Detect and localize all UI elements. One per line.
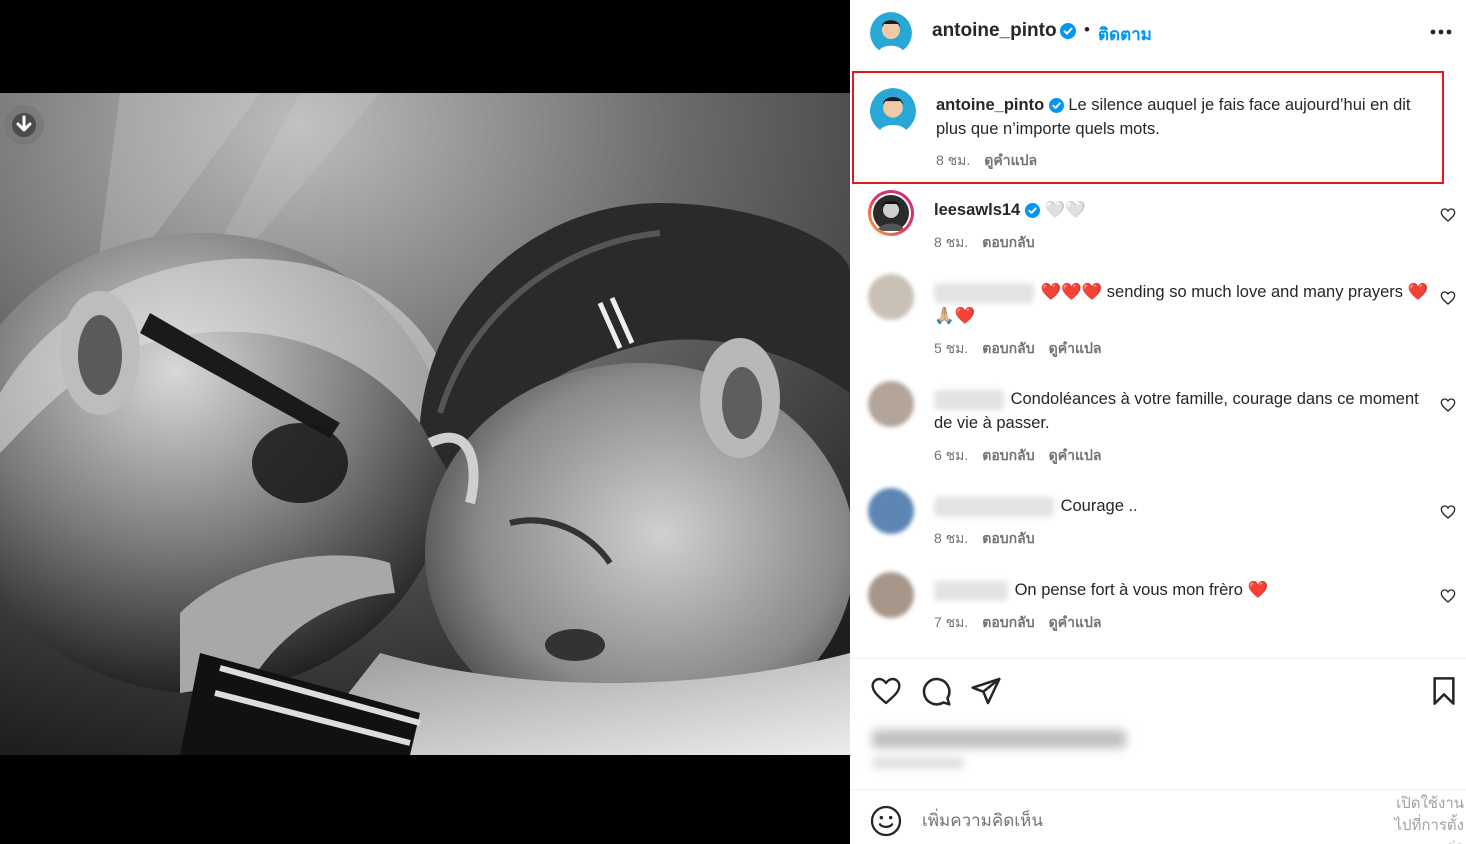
translate-link[interactable]: ดูคำแปล: [1049, 447, 1102, 463]
translate-link[interactable]: ดูคำแปล: [1049, 340, 1102, 356]
comment-heart-icon[interactable]: [1440, 504, 1456, 520]
caption-author-avatar[interactable]: [870, 88, 916, 134]
caption-time: 8 ชม.: [936, 152, 971, 168]
avatar-image: [870, 12, 912, 54]
blurred-username[interactable]: [934, 389, 1004, 410]
divider: [850, 789, 1466, 790]
avatar-image: [871, 193, 911, 233]
comment-meta: 5 ชม. ตอบกลับ ดูคำแปล: [934, 338, 1101, 360]
post-photo-art: [0, 93, 850, 755]
post-photo[interactable]: [0, 93, 850, 755]
avatar-image: [870, 88, 916, 134]
follow-button[interactable]: ติดตาม: [1098, 21, 1152, 48]
comment-time: 5 ชม.: [934, 340, 969, 356]
more-horizontal-icon[interactable]: [1428, 22, 1454, 42]
comment-meta: 8 ชม. ตอบกลับ: [934, 232, 1035, 254]
comment-time: 6 ชม.: [934, 447, 969, 463]
comment-text: On pense fort à vous mon frèro ❤️: [1014, 581, 1269, 599]
windows-activation-watermark: เปิดใช้งาน ไปที่การตั้งค่า: [1388, 793, 1464, 844]
header-separator: •: [1084, 20, 1090, 39]
caption-translate-link[interactable]: ดูคำแปล: [984, 152, 1037, 168]
verified-badge-icon: [1060, 23, 1076, 39]
watermark-line-1: เปิดใช้งาน: [1396, 795, 1464, 812]
verified-badge-icon: [1048, 98, 1064, 114]
commenter-avatar[interactable]: [868, 488, 914, 534]
post-date-blurred: [872, 757, 964, 769]
comment-body: Condoléances à votre famille, courage da…: [934, 387, 1434, 435]
post-side-panel: antoine_pinto • ติดตาม antoine_pinto Le …: [850, 0, 1466, 844]
comment-meta: 6 ชม. ตอบกลับ ดูคำแปล: [934, 445, 1101, 467]
comment-text: Courage ..: [1060, 497, 1138, 515]
post-header: antoine_pinto • ติดตาม: [850, 0, 1466, 66]
emoji-smile-icon[interactable]: [870, 805, 902, 837]
translate-link[interactable]: ดูคำแปล: [1049, 614, 1102, 630]
comment-time: 7 ชม.: [934, 614, 969, 630]
caption-meta: 8 ชม. ดูคำแปล: [936, 150, 1037, 172]
comment-heart-icon[interactable]: [1440, 588, 1456, 604]
like-heart-icon[interactable]: [870, 675, 902, 707]
add-comment-input[interactable]: [922, 806, 1362, 836]
caption-text: antoine_pinto Le silence auquel je fais …: [936, 93, 1436, 141]
commenter-avatar[interactable]: [868, 381, 914, 427]
reply-link[interactable]: ตอบกลับ: [982, 340, 1034, 356]
comment-time: 8 ชม.: [934, 234, 969, 250]
comment-text: Condoléances à votre famille, courage da…: [934, 390, 1419, 432]
reply-link[interactable]: ตอบกลับ: [982, 234, 1034, 250]
author-avatar[interactable]: [870, 12, 912, 54]
author-username[interactable]: antoine_pinto: [932, 20, 1057, 42]
caption-highlight-box: antoine_pinto Le silence auquel je fais …: [852, 71, 1444, 184]
blurred-username[interactable]: [934, 496, 1054, 517]
comment-body: leesawls14 🤍🤍: [934, 198, 1434, 222]
verified-badge-icon: [1024, 203, 1040, 219]
comment-bubble-icon[interactable]: [920, 675, 952, 707]
blurred-username[interactable]: [934, 282, 1034, 303]
commenter-username[interactable]: leesawls14: [934, 201, 1020, 219]
download-button[interactable]: [4, 105, 44, 145]
watermark-line-2: ไปที่การตั้งค่า: [1394, 817, 1464, 844]
commenter-avatar[interactable]: [868, 190, 914, 236]
comment-heart-icon[interactable]: [1440, 397, 1456, 413]
commenter-avatar[interactable]: [868, 572, 914, 618]
comment-heart-icon[interactable]: [1440, 290, 1456, 306]
arrow-down-circle-icon: [12, 113, 36, 137]
comment-body: ❤️❤️❤️ sending so much love and many pra…: [934, 280, 1434, 328]
post-media-pane: [0, 0, 850, 844]
comment-time: 8 ชม.: [934, 530, 969, 546]
divider: [850, 658, 1466, 659]
reply-link[interactable]: ตอบกลับ: [982, 530, 1034, 546]
bookmark-icon[interactable]: [1428, 675, 1460, 707]
blurred-username[interactable]: [934, 580, 1008, 601]
comment-text: 🤍🤍: [1044, 201, 1086, 219]
comment-body: Courage ..: [934, 494, 1434, 518]
likes-count-blurred[interactable]: [872, 730, 1126, 748]
commenter-avatar[interactable]: [868, 274, 914, 320]
reply-link[interactable]: ตอบกลับ: [982, 614, 1034, 630]
paper-plane-icon[interactable]: [970, 675, 1002, 707]
comment-meta: 7 ชม. ตอบกลับ ดูคำแปล: [934, 612, 1101, 634]
reply-link[interactable]: ตอบกลับ: [982, 447, 1034, 463]
caption-username[interactable]: antoine_pinto: [936, 96, 1044, 114]
comment-meta: 8 ชม. ตอบกลับ: [934, 528, 1035, 550]
comment-heart-icon[interactable]: [1440, 207, 1456, 223]
comment-body: On pense fort à vous mon frèro ❤️: [934, 578, 1434, 602]
